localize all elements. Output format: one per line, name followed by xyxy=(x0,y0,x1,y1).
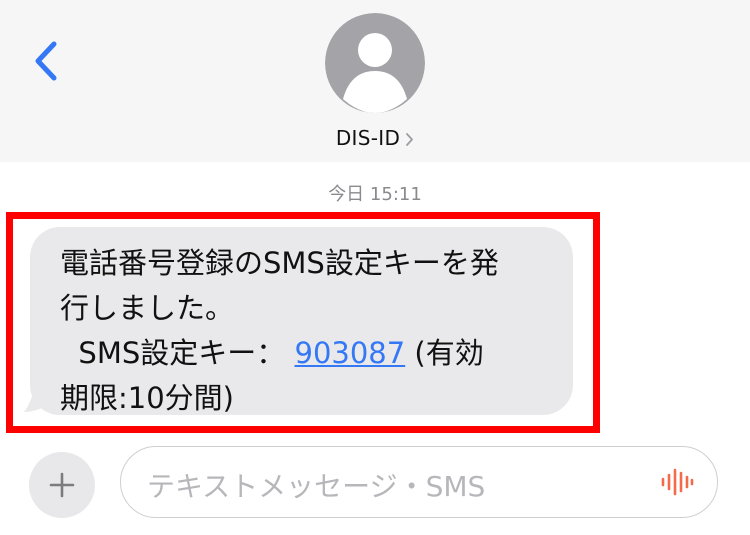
waveform-icon xyxy=(661,468,694,496)
chevron-left-icon xyxy=(35,41,57,81)
conversation-header: DIS-ID xyxy=(0,0,750,162)
message-timestamp: 今日 15:11 xyxy=(328,184,422,205)
person-icon xyxy=(325,13,425,113)
audio-message-button[interactable] xyxy=(659,467,695,497)
message-input[interactable]: テキストメッセージ・SMS xyxy=(120,446,718,518)
avatar[interactable] xyxy=(325,13,425,113)
back-button[interactable] xyxy=(28,36,68,86)
plus-icon xyxy=(49,472,75,498)
contact-name-button[interactable]: DIS-ID xyxy=(0,124,750,152)
chevron-right-icon xyxy=(406,132,414,146)
message-input-placeholder: テキストメッセージ・SMS xyxy=(147,470,486,503)
highlight-box xyxy=(6,212,600,433)
add-attachment-button[interactable] xyxy=(29,452,95,518)
contact-name: DIS-ID xyxy=(335,126,401,150)
